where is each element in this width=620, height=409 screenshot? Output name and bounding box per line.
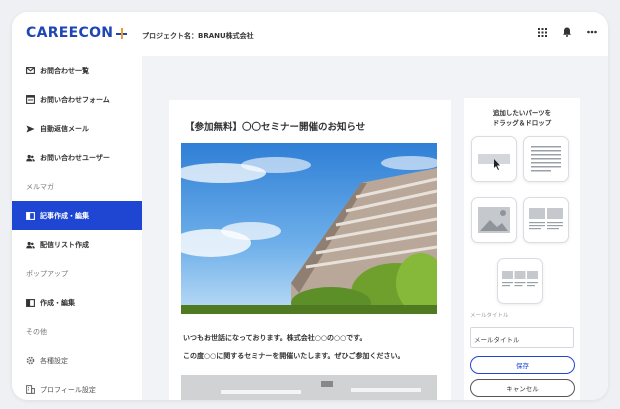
bell-icon[interactable] <box>561 26 573 38</box>
sidebar-item-auto-reply[interactable]: 自動返信メール <box>12 114 142 143</box>
three-column-part-block[interactable] <box>497 258 543 304</box>
sidebar-item-label: お問い合わせユーザー <box>40 153 110 162</box>
sidebar-item-label: 各種設定 <box>40 356 68 365</box>
mail-title[interactable]: 【参加無料】〇〇セミナー開催のお知らせ <box>185 119 365 133</box>
sidebar-item-inquiry-users[interactable]: お問い合わせユーザー <box>12 143 142 172</box>
sidebar-item-label: お問合わせ一覧 <box>40 66 89 75</box>
panel-heading-line-2: ドラッグ＆ドロップ <box>492 119 552 127</box>
logo-plus-icon <box>116 27 128 39</box>
article-icon <box>26 211 35 220</box>
users-icon <box>26 240 35 249</box>
office-photo[interactable] <box>181 375 437 400</box>
mail-title-label: メールタイトル <box>470 313 509 319</box>
project-name: プロジェクト名：BRANU株式会社 <box>142 32 254 40</box>
sidebar-section-popup: ポップアップ <box>12 259 142 288</box>
image-part-block[interactable] <box>471 197 517 243</box>
sidebar-item-label: 自動返信メール <box>40 124 89 133</box>
mail-body-line-2[interactable]: この度○○に関するセミナーを開催いたします。ぜひご参加ください。 <box>183 351 405 361</box>
sidebar-item-label: プロフィール設定 <box>40 385 96 394</box>
mail-preview[interactable]: 【参加無料】〇〇セミナー開催のお知らせ いつもお世話になっております。株式会社○… <box>169 100 451 400</box>
mail-body-line-1[interactable]: いつもお世話になっております。株式会社○○の○○です。 <box>183 333 366 343</box>
form-icon <box>26 95 35 104</box>
sidebar-item-label: 配信リスト作成 <box>40 240 89 249</box>
two-column-part-block[interactable] <box>523 197 569 243</box>
sidebar-section-label: ポップアップ <box>26 269 68 278</box>
article-icon <box>26 298 35 307</box>
save-button[interactable]: 保存 <box>470 356 575 374</box>
mail-title-input[interactable]: メールタイトル <box>470 327 574 348</box>
sidebar-item-settings[interactable]: 各種設定 <box>12 346 142 375</box>
sidebar-item-distribution-list[interactable]: 配信リスト作成 <box>12 230 142 259</box>
building-photo[interactable] <box>181 143 437 314</box>
grid-icon[interactable] <box>536 26 548 38</box>
sidebar-section-label: その他 <box>26 327 47 336</box>
sidebar-item-label: お問い合わせフォーム <box>40 95 110 104</box>
button-part-block[interactable] <box>471 136 517 182</box>
top-bar: CAREECON プロジェクト名：BRANU株式会社 <box>12 12 608 56</box>
main-content: 【参加無料】〇〇セミナー開催のお知らせ いつもお世話になっております。株式会社○… <box>142 56 608 400</box>
users-icon <box>26 153 35 162</box>
sidebar: お問合わせ一覧 お問い合わせフォーム 自動返信メール お問い合わせユーザー メル… <box>12 56 142 400</box>
panel-heading: 追加したいパーツを ドラッグ＆ドロップ <box>464 108 580 128</box>
panel-heading-line-1: 追加したいパーツを <box>492 109 552 117</box>
sidebar-item-label: 記事作成・編集 <box>40 211 89 220</box>
sidebar-item-popup-edit[interactable]: 作成・編集 <box>12 288 142 317</box>
sidebar-item-label: 作成・編集 <box>40 298 75 307</box>
app-window: CAREECON プロジェクト名：BRANU株式会社 お問合わせ一覧 お問い合わ… <box>12 12 608 400</box>
sidebar-item-inquiry-list[interactable]: お問合わせ一覧 <box>12 56 142 85</box>
sidebar-section-mailmagazine: メルマガ <box>12 172 142 201</box>
parts-panel: 追加したいパーツを ドラッグ＆ドロップ メールタイトル メールタイトル 保存 キ… <box>464 98 580 400</box>
top-icons <box>536 26 598 38</box>
more-icon[interactable] <box>586 26 598 38</box>
sidebar-item-inquiry-form[interactable]: お問い合わせフォーム <box>12 85 142 114</box>
gear-icon <box>26 356 35 365</box>
send-icon <box>26 124 35 133</box>
mail-icon <box>26 66 35 75</box>
sidebar-section-other: その他 <box>12 317 142 346</box>
sidebar-item-article-edit[interactable]: 記事作成・編集 <box>12 201 142 230</box>
cancel-button[interactable]: キャンセル <box>470 379 575 397</box>
sidebar-section-label: メルマガ <box>26 182 54 191</box>
building-icon <box>26 385 35 394</box>
sidebar-item-profile[interactable]: プロフィール設定 <box>12 375 142 400</box>
text-part-block[interactable] <box>523 136 569 182</box>
logo-text: CAREECON <box>26 25 114 41</box>
logo[interactable]: CAREECON <box>26 25 128 41</box>
